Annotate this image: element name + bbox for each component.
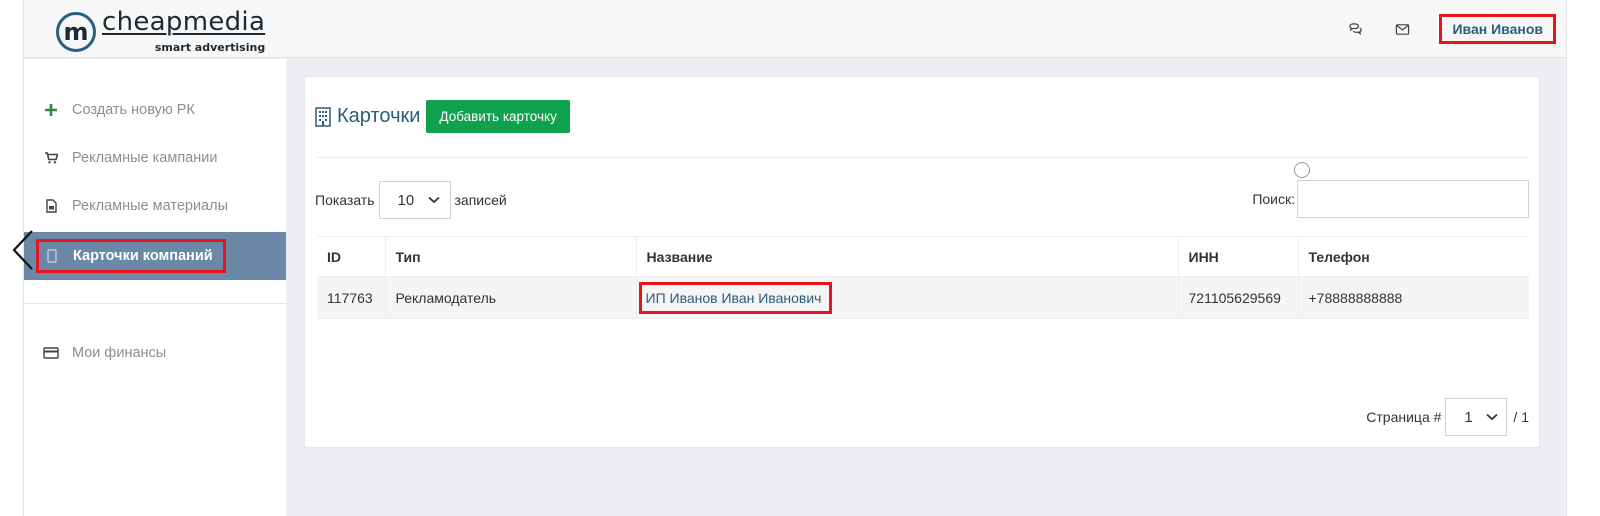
mail-icon[interactable] (1392, 19, 1412, 39)
chevron-down-icon (1486, 413, 1499, 421)
logo[interactable]: m cheapmedia smart advertising (56, 9, 265, 54)
column-header-type[interactable]: Тип (384, 236, 636, 277)
card-icon (43, 249, 61, 263)
logo-tagline: smart advertising (154, 41, 266, 54)
building-icon (315, 106, 331, 127)
table-header-row: ID Тип Название ИНН Телефон (317, 236, 1529, 277)
chevron-left-icon[interactable] (10, 229, 36, 271)
add-card-button[interactable]: Добавить карточку (426, 100, 570, 133)
cell-type: Рекламодатель (384, 276, 636, 319)
page-title: Карточки (337, 105, 421, 127)
page-total: / 1 (1513, 409, 1529, 425)
cards-panel: Карточки Добавить карточку Показать 10 з… (304, 76, 1540, 448)
sidebar-item-label: Рекламные материалы (72, 198, 228, 214)
records-label: записей (454, 192, 507, 208)
sidebar-item-label: Рекламные кампании (72, 150, 218, 166)
title-divider (317, 157, 1529, 158)
app-window: m cheapmedia smart advertising Иван Иван… (0, 0, 1600, 516)
table-row: 117763 Рекламодатель ИП Иванов Иван Иван… (317, 276, 1529, 319)
sidebar: Создать новую РК Рекламные кампании Рекл… (24, 59, 286, 516)
logo-mark: m (56, 11, 96, 52)
page-size-value: 10 (397, 191, 415, 209)
pagination: Страница # 1 / 1 (1366, 398, 1529, 436)
sidebar-highlight: Карточки компаний (36, 239, 226, 273)
sidebar-item-company-cards[interactable]: Карточки компаний (24, 232, 286, 280)
sidebar-item-campaigns[interactable]: Рекламные кампании (24, 134, 286, 182)
sidebar-item-finances[interactable]: Мои финансы (24, 329, 286, 377)
sidebar-item-materials[interactable]: Рекламные материалы (24, 182, 286, 230)
header-actions: Иван Иванов (1345, 14, 1556, 44)
page-size-select[interactable]: 10 (378, 181, 451, 219)
chat-icon[interactable] (1345, 19, 1365, 39)
cell-name: ИП Иванов Иван Иванович (635, 276, 1178, 319)
column-header-name[interactable]: Название (635, 236, 1178, 277)
search-label: Поиск: (1252, 191, 1295, 207)
right-scroll-gutter (1566, 0, 1600, 516)
column-header-phone[interactable]: Телефон (1297, 236, 1529, 277)
search-control: Поиск: (1252, 180, 1529, 218)
cards-table: ID Тип Название ИНН Телефон 117763 Рекла… (317, 236, 1529, 319)
sidebar-item-create-campaign[interactable]: Создать новую РК (24, 86, 286, 134)
panel-title-row: Карточки Добавить карточку (315, 100, 570, 133)
sidebar-divider (24, 303, 286, 304)
top-header: m cheapmedia smart advertising Иван Иван… (24, 0, 1566, 58)
column-header-inn[interactable]: ИНН (1177, 236, 1298, 277)
sidebar-item-label: Создать новую РК (72, 102, 195, 118)
plus-icon (42, 104, 60, 116)
chevron-down-icon (427, 196, 440, 204)
column-header-id[interactable]: ID (317, 236, 385, 277)
cell-id: 117763 (317, 276, 385, 319)
logo-name: cheapmedia (102, 7, 266, 37)
company-name-link[interactable]: ИП Иванов Иван Иванович (638, 281, 833, 314)
radio-button[interactable] (1294, 162, 1310, 178)
cell-inn: 721105629569 (1177, 276, 1298, 319)
page-size-control: Показать 10 записей (315, 181, 507, 219)
page-current: 1 (1464, 408, 1473, 426)
page-label: Страница # (1366, 409, 1442, 425)
user-menu-button[interactable]: Иван Иванов (1439, 14, 1556, 44)
sidebar-item-label: Мои финансы (72, 345, 167, 361)
cart-icon (42, 152, 60, 164)
logo-text: cheapmedia smart advertising (102, 9, 265, 54)
show-label: Показать (315, 192, 375, 208)
search-input[interactable] (1297, 180, 1529, 218)
document-icon (42, 199, 60, 213)
credit-card-icon (42, 347, 60, 359)
sidebar-item-label: Карточки компаний (73, 248, 213, 264)
cell-phone: +78888888888 (1297, 276, 1529, 319)
page-select[interactable]: 1 (1445, 398, 1508, 436)
